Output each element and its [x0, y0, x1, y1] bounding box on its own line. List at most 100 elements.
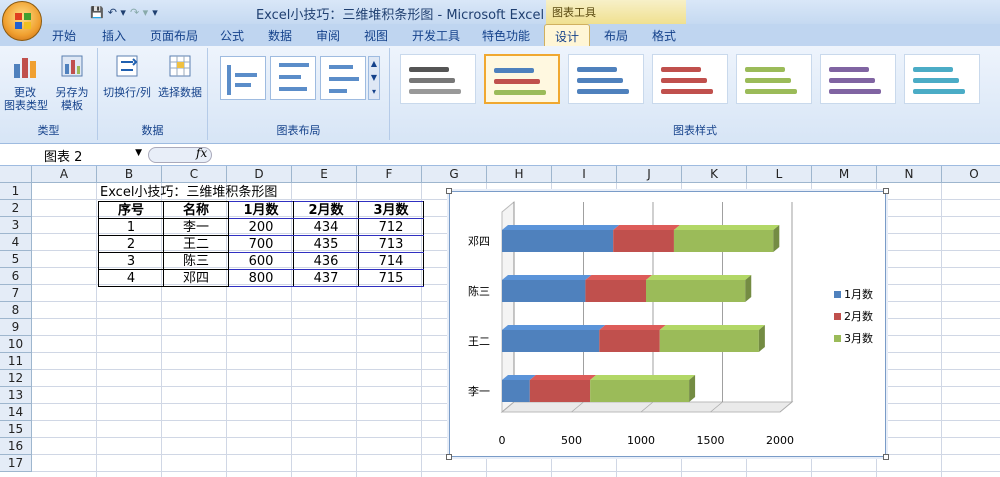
- column-header[interactable]: A: [32, 166, 97, 183]
- layout-option-2[interactable]: [270, 56, 316, 100]
- resize-handle[interactable]: [883, 454, 889, 460]
- column-header[interactable]: G: [422, 166, 487, 183]
- table-cell[interactable]: 4: [98, 269, 164, 287]
- table-cell[interactable]: 713: [358, 235, 424, 253]
- row-header[interactable]: 3: [0, 217, 32, 234]
- row-header[interactable]: 9: [0, 319, 32, 336]
- column-header[interactable]: I: [552, 166, 617, 183]
- table-cell[interactable]: 陈三: [163, 252, 229, 270]
- row-header[interactable]: 5: [0, 251, 32, 268]
- column-header[interactable]: J: [617, 166, 682, 183]
- row-header[interactable]: 17: [0, 455, 32, 472]
- tab-3[interactable]: 公式: [220, 27, 244, 44]
- layout-scroll[interactable]: ▲ ▼ ▾: [368, 56, 380, 100]
- column-header[interactable]: O: [942, 166, 1000, 183]
- change-chart-type-button[interactable]: 更改 图表类型: [4, 52, 48, 112]
- save-as-template-button[interactable]: 另存为 模板: [50, 52, 94, 112]
- table-cell[interactable]: 712: [358, 218, 424, 236]
- chart-style-option[interactable]: [484, 54, 560, 104]
- customize-qat-icon[interactable]: ▾: [152, 6, 158, 19]
- row-header[interactable]: 11: [0, 353, 32, 370]
- row-header[interactable]: 8: [0, 302, 32, 319]
- table-cell[interactable]: 437: [293, 269, 359, 287]
- column-header[interactable]: N: [877, 166, 942, 183]
- resize-handle[interactable]: [446, 188, 452, 194]
- title-bar: 💾 ↶ ▾ ↷ ▾ ▾ Excel小技巧：三维堆积条形图 - Microsoft…: [0, 0, 1000, 24]
- chart-style-option[interactable]: [652, 54, 728, 104]
- layout-option-3[interactable]: [320, 56, 366, 100]
- table-cell[interactable]: 600: [228, 252, 294, 270]
- table-cell[interactable]: 3: [98, 252, 164, 270]
- column-header[interactable]: K: [682, 166, 747, 183]
- select-all-corner[interactable]: [0, 166, 32, 183]
- table-cell[interactable]: 邓四: [163, 269, 229, 287]
- row-header[interactable]: 2: [0, 200, 32, 217]
- row-header[interactable]: 13: [0, 387, 32, 404]
- table-cell[interactable]: 715: [358, 269, 424, 287]
- row-header[interactable]: 1: [0, 183, 32, 200]
- table-cell[interactable]: 1月数: [228, 201, 294, 219]
- resize-handle[interactable]: [446, 454, 452, 460]
- column-header[interactable]: E: [292, 166, 357, 183]
- chart-style-option[interactable]: [820, 54, 896, 104]
- row-header[interactable]: 6: [0, 268, 32, 285]
- office-button[interactable]: [2, 1, 42, 41]
- row-header[interactable]: 7: [0, 285, 32, 302]
- tab-4[interactable]: 数据: [268, 27, 292, 44]
- table-cell[interactable]: 434: [293, 218, 359, 236]
- table-cell[interactable]: 200: [228, 218, 294, 236]
- column-header[interactable]: M: [812, 166, 877, 183]
- column-header[interactable]: C: [162, 166, 227, 183]
- tab-0[interactable]: 开始: [52, 27, 76, 44]
- redo-icon[interactable]: ↷ ▾: [130, 6, 148, 19]
- function-icon[interactable]: fx: [196, 146, 207, 160]
- row-header[interactable]: 14: [0, 404, 32, 421]
- tab-2[interactable]: 页面布局: [150, 27, 198, 44]
- resize-handle[interactable]: [883, 188, 889, 194]
- chart-style-option[interactable]: [904, 54, 980, 104]
- table-cell[interactable]: 3月数: [358, 201, 424, 219]
- tab-11[interactable]: 格式: [652, 27, 676, 44]
- tab-1[interactable]: 插入: [102, 27, 126, 44]
- tab-8[interactable]: 特色功能: [482, 27, 530, 44]
- row-header[interactable]: 16: [0, 438, 32, 455]
- tab-6[interactable]: 视图: [364, 27, 388, 44]
- column-header[interactable]: D: [227, 166, 292, 183]
- table-cell[interactable]: 1: [98, 218, 164, 236]
- table-cell[interactable]: 714: [358, 252, 424, 270]
- chart-style-option[interactable]: [568, 54, 644, 104]
- switch-row-column-button[interactable]: 切换行/列: [102, 52, 152, 99]
- tab-10[interactable]: 布局: [604, 27, 628, 44]
- chart-style-option[interactable]: [736, 54, 812, 104]
- name-box[interactable]: 图表 2 ▼: [36, 146, 144, 165]
- column-header[interactable]: H: [487, 166, 552, 183]
- row-header[interactable]: 10: [0, 336, 32, 353]
- table-cell[interactable]: 800: [228, 269, 294, 287]
- tab-5[interactable]: 审阅: [316, 27, 340, 44]
- tab-7[interactable]: 开发工具: [412, 27, 460, 44]
- row-header[interactable]: 4: [0, 234, 32, 251]
- table-cell[interactable]: 名称: [163, 201, 229, 219]
- table-cell[interactable]: 序号: [98, 201, 164, 219]
- column-header[interactable]: L: [747, 166, 812, 183]
- chart-style-option[interactable]: [400, 54, 476, 104]
- table-cell[interactable]: 2月数: [293, 201, 359, 219]
- column-header[interactable]: B: [97, 166, 162, 183]
- chart-area[interactable]: 0 500 1000 1500 2000 李一 王二 陈三 邓四 1月数 2月数 3月数: [446, 188, 889, 460]
- select-data-button[interactable]: 选择数据: [156, 52, 204, 99]
- table-cell[interactable]: 435: [293, 235, 359, 253]
- table-cell[interactable]: 李一: [163, 218, 229, 236]
- save-icon[interactable]: 💾: [90, 6, 104, 19]
- table-cell[interactable]: 700: [228, 235, 294, 253]
- bar-top: [590, 375, 696, 380]
- table-cell[interactable]: 王二: [163, 235, 229, 253]
- column-header[interactable]: F: [357, 166, 422, 183]
- table-cell[interactable]: 436: [293, 252, 359, 270]
- x-tick-label: 1500: [697, 434, 725, 447]
- row-header[interactable]: 15: [0, 421, 32, 438]
- row-header[interactable]: 12: [0, 370, 32, 387]
- layout-option-1[interactable]: [220, 56, 266, 100]
- tab-9[interactable]: 设计: [544, 24, 591, 46]
- undo-icon[interactable]: ↶ ▾: [108, 6, 126, 19]
- table-cell[interactable]: 2: [98, 235, 164, 253]
